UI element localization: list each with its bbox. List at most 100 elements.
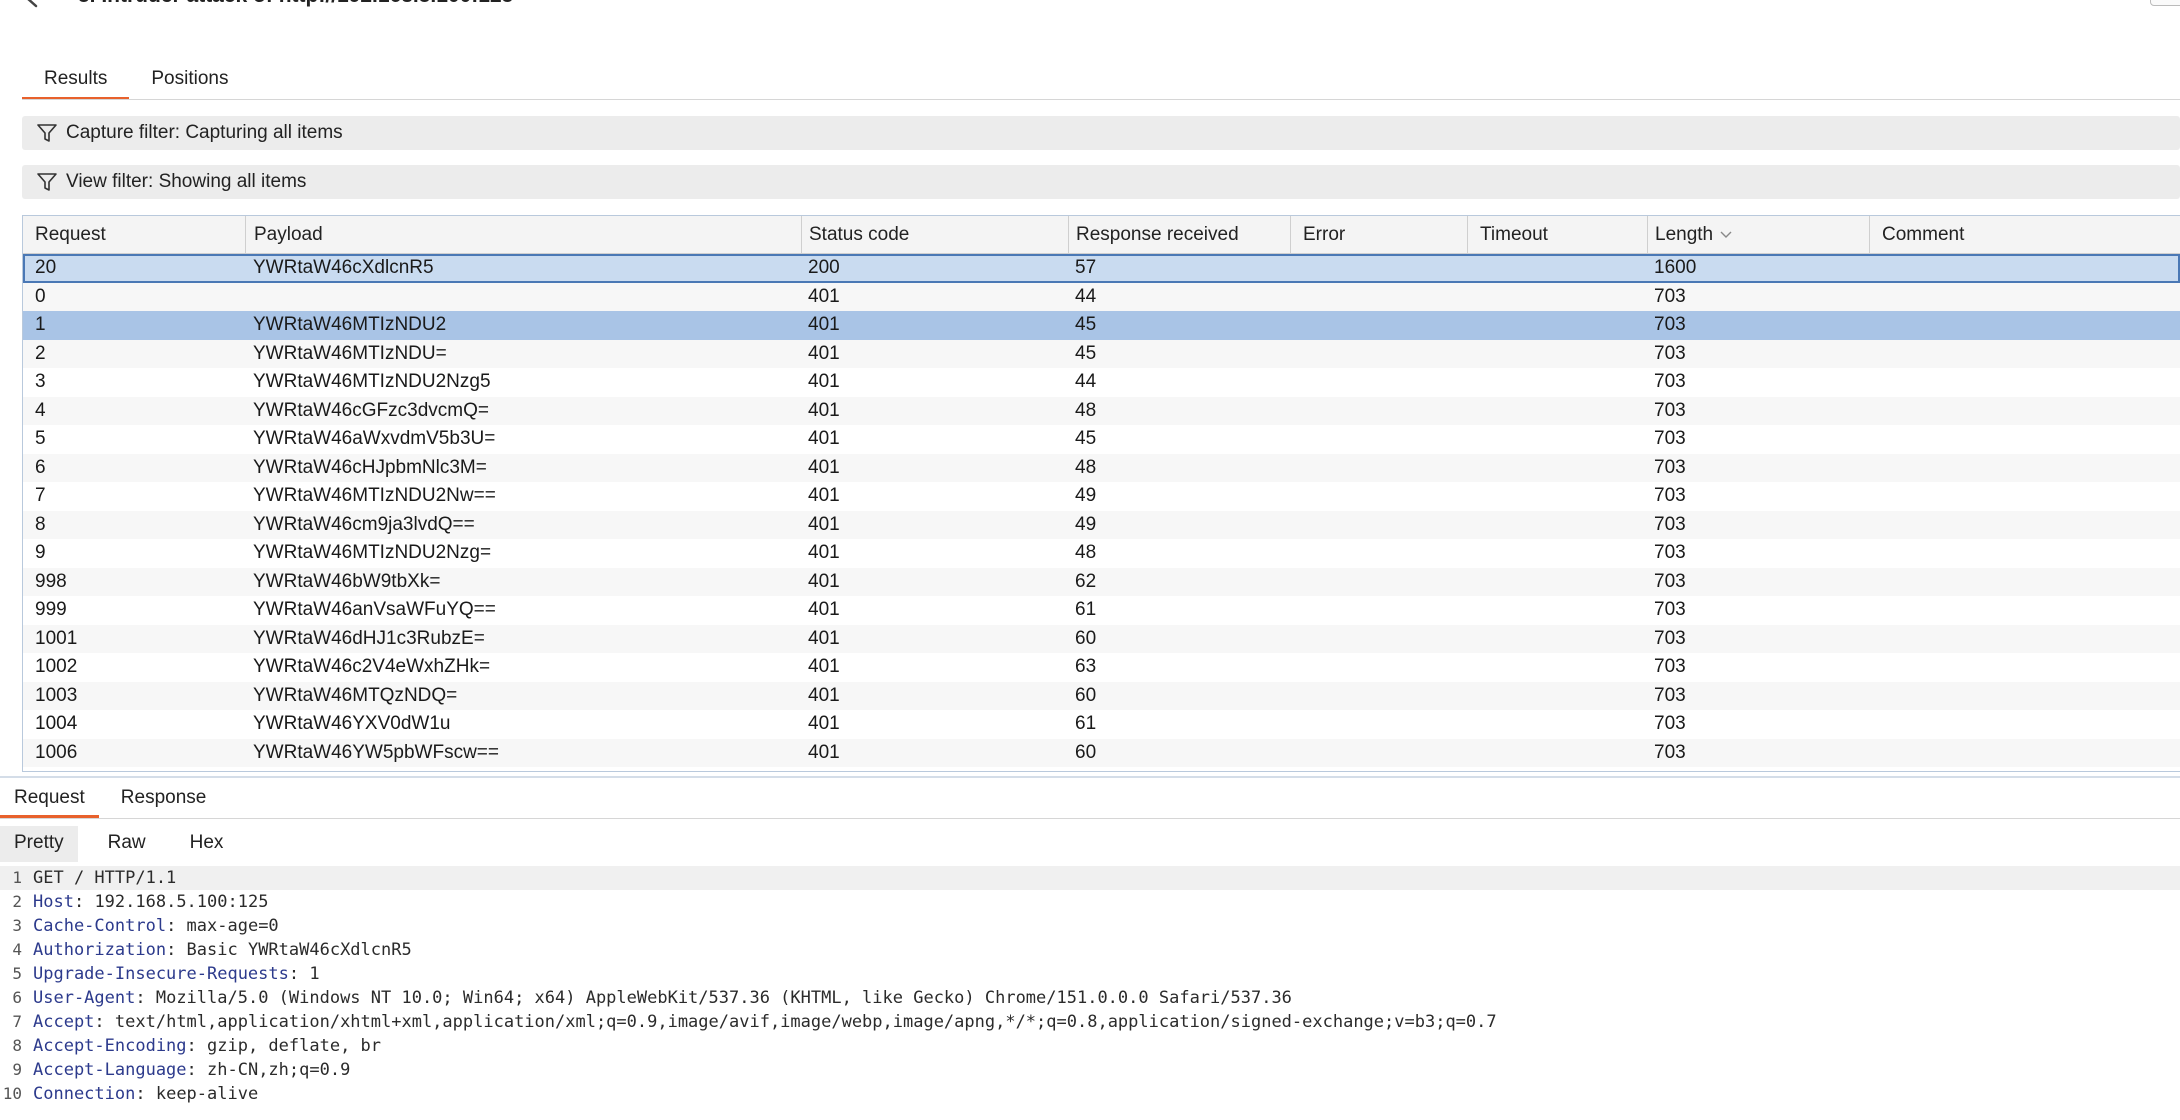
cell-payload: YWRtaW46MTIzNDU2Nzg5 (253, 371, 491, 392)
tab-results[interactable]: Results (22, 62, 130, 100)
cell-timeout (1467, 311, 1647, 340)
cell-timeout (1467, 625, 1647, 654)
cell-status-code: 401 (808, 656, 840, 677)
cell-error (1290, 710, 1467, 739)
cell-request: 2 (35, 342, 46, 364)
cell-timeout (1467, 539, 1647, 568)
cell-comment (1869, 739, 2180, 768)
header-separator: : (73, 892, 95, 912)
cell-response-received: 61 (1075, 713, 1097, 734)
cell-request: 5 (35, 428, 46, 449)
table-body: 20 YWRtaW46cXdlcnR5 200 57 1600 0 401 44 703 1 YWR… (23, 254, 2180, 767)
cell-payload: YWRtaW46YW5pbWFscw== (253, 741, 499, 763)
table-row[interactable]: 9 YWRtaW46MTIzNDU2Nzg= 401 48 703 (23, 539, 2180, 568)
view-filter-bar[interactable]: View filter: Showing all items (22, 165, 2180, 199)
cell-status-code: 401 (808, 599, 840, 620)
table-row[interactable]: 999 YWRtaW46anVsaWFuYQ== 401 61 703 (23, 596, 2180, 625)
column-header-error[interactable]: Error (1290, 216, 1467, 254)
request-editor[interactable]: 1 GET / HTTP/1.1 2 Host: 192.168.5.100:125 3… (0, 866, 2180, 1120)
cell-comment (1869, 397, 2180, 426)
cell-length: 703 (1654, 456, 1686, 478)
table-row[interactable]: 7 YWRtaW46MTIzNDU2Nw== 401 49 703 (23, 482, 2180, 511)
cell-status-code: 401 (808, 741, 840, 763)
cell-response-received: 63 (1075, 656, 1097, 677)
capture-filter-label: Capture filter: Capturing all items (66, 122, 343, 143)
table-row[interactable]: 3 YWRtaW46MTIzNDU2Nzg5 401 44 703 (23, 368, 2180, 397)
cell-status-code: 401 (808, 713, 840, 734)
cell-comment (1869, 539, 2180, 568)
header-separator: : (186, 1060, 208, 1080)
cell-request: 3 (35, 371, 46, 392)
cell-comment (1869, 283, 2180, 312)
table-row[interactable]: 1 YWRtaW46MTIzNDU2 401 45 703 (23, 311, 2180, 340)
header-name: Authorization (33, 940, 167, 960)
cell-timeout (1467, 254, 1647, 283)
back-arrow-icon[interactable] (22, 0, 48, 10)
tab-response[interactable]: Response (107, 782, 221, 818)
cell-length: 703 (1654, 570, 1686, 592)
tab-pretty[interactable]: Pretty (0, 826, 78, 862)
table-row[interactable]: 1003 YWRtaW46MTQzNDQ= 401 60 703 (23, 681, 2180, 710)
column-header-request[interactable]: Request (23, 216, 245, 254)
code-line: 10 Connection: keep-alive (0, 1082, 2180, 1106)
header-value: Mozilla/5.0 (Windows NT 10.0; Win64; x64… (155, 988, 1292, 1008)
cell-comment (1869, 311, 2180, 340)
line-number: 9 (12, 1060, 22, 1079)
cell-request: 6 (35, 456, 46, 478)
cell-response-received: 60 (1075, 684, 1097, 706)
code-line: 6 User-Agent: Mozilla/5.0 (Windows NT 10.… (0, 986, 2180, 1010)
cell-status-code: 401 (808, 513, 840, 535)
column-header-length-label: Length (1655, 224, 1714, 245)
cell-response-received: 45 (1075, 314, 1097, 335)
cell-error (1290, 340, 1467, 369)
cell-timeout (1467, 739, 1647, 768)
table-row[interactable]: 998 YWRtaW46bW9tbXk= 401 62 703 (23, 567, 2180, 596)
pane-splitter[interactable] (0, 776, 2180, 778)
cell-response-received: 60 (1075, 741, 1097, 763)
table-row[interactable]: 4 YWRtaW46cGFzc3dvcmQ= 401 48 703 (23, 396, 2180, 426)
table-row[interactable]: 5 YWRtaW46aWxvdmV5b3U= 401 45 703 (23, 425, 2180, 454)
table-row[interactable]: 2 YWRtaW46MTIzNDU= 401 45 703 (23, 339, 2180, 369)
table-row[interactable]: 1006 YWRtaW46YW5pbWFscw== 401 60 703 (23, 738, 2180, 768)
table-row[interactable]: 1002 YWRtaW46c2V4eWxhZHk= 401 63 703 (23, 653, 2180, 682)
table-row[interactable]: 20 YWRtaW46cXdlcnR5 200 57 1600 (23, 254, 2180, 283)
cell-status-code: 401 (808, 627, 840, 649)
table-row[interactable]: 6 YWRtaW46cHJpbmNlc3M= 401 48 703 (23, 453, 2180, 482)
header-name: Connection (33, 1084, 136, 1104)
column-header-status-code[interactable]: Status code (801, 216, 1068, 254)
column-header-timeout[interactable]: Timeout (1467, 216, 1647, 254)
table-row[interactable]: 1001 YWRtaW46dHJ1c3RubzE= 401 60 703 (23, 624, 2180, 654)
column-header-length[interactable]: Length (1647, 216, 1869, 254)
cell-response-received: 60 (1075, 627, 1097, 649)
cell-status-code: 401 (808, 399, 840, 421)
top-tabs: Results Positions (22, 62, 250, 100)
header-separator: : (166, 916, 187, 936)
tab-hex[interactable]: Hex (176, 826, 238, 862)
line-number: 1 (12, 868, 22, 887)
code-line: 7 Accept: text/html,application/xhtml+xml… (0, 1010, 2180, 1034)
cell-status-code: 401 (808, 684, 840, 706)
capture-filter-bar[interactable]: Capture filter: Capturing all items (22, 116, 2180, 150)
line-number: 7 (12, 1012, 22, 1031)
cell-length: 703 (1654, 485, 1686, 506)
header-separator: : (166, 940, 187, 960)
cell-request: 1 (35, 314, 46, 335)
table-row[interactable]: 1004 YWRtaW46YXV0dW1u 401 61 703 (23, 710, 2180, 739)
column-header-response-received[interactable]: Response received (1068, 216, 1290, 254)
column-header-comment[interactable]: Comment (1869, 216, 2180, 254)
header-name: Cache-Control (33, 916, 167, 936)
column-header-payload[interactable]: Payload (245, 216, 801, 254)
tab-raw[interactable]: Raw (94, 826, 160, 862)
tab-positions[interactable]: Positions (129, 62, 250, 100)
cell-timeout (1467, 397, 1647, 426)
table-row[interactable]: 8 YWRtaW46cm9ja3lvdQ== 401 49 703 (23, 510, 2180, 539)
table-row[interactable]: 0 401 44 703 (23, 282, 2180, 312)
header-value: 1 (309, 964, 320, 984)
cell-status-code: 401 (808, 542, 840, 563)
window-close-button[interactable] (2150, 0, 2180, 6)
code-text: GET / HTTP/1.1 (33, 866, 176, 890)
code-line: 5 Upgrade-Insecure-Requests: 1 (0, 962, 2180, 986)
cell-comment (1869, 596, 2180, 625)
cell-request: 4 (35, 399, 46, 421)
tab-request[interactable]: Request (0, 782, 99, 818)
